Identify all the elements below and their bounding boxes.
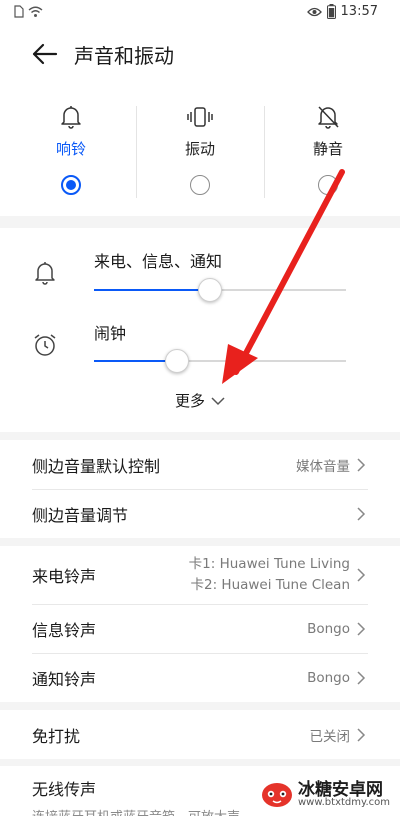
chevron-right-icon xyxy=(357,506,366,521)
mode-silent[interactable]: 静音 xyxy=(263,104,393,195)
row-title: 免打扰 xyxy=(32,726,81,746)
row-subtitle: 连接蓝牙耳机或蓝牙音箱，可放大声 xyxy=(32,806,240,816)
bell-off-icon xyxy=(318,106,339,129)
battery-icon xyxy=(326,4,336,19)
watermark: 冰糖安卓网 www.btxtdmy.com xyxy=(260,774,391,812)
chevron-right-icon xyxy=(357,670,366,685)
mode-vibrate[interactable]: 振动 xyxy=(135,104,265,195)
row-value: Bongo xyxy=(307,669,350,686)
slider-thumb[interactable] xyxy=(197,278,222,302)
row-title: 信息铃声 xyxy=(32,620,97,640)
chevron-right-icon xyxy=(357,621,366,636)
ring-volume-slider[interactable] xyxy=(94,278,346,302)
status-time: 13:57 xyxy=(340,4,378,19)
row-title: 侧边音量调节 xyxy=(32,505,129,525)
bell-icon xyxy=(35,262,55,285)
slider-thumb[interactable] xyxy=(165,349,190,373)
watermark-url: www.btxtdmy.com xyxy=(298,797,391,808)
ring-volume-label: 来电、信息、通知 xyxy=(94,252,223,271)
sim-icon xyxy=(14,5,24,18)
mode-ring-label: 响铃 xyxy=(55,140,86,158)
list-item[interactable]: 侧边音量调节 xyxy=(0,489,400,538)
row-value: 已关闭 xyxy=(309,728,351,745)
mode-ring-radio[interactable] xyxy=(61,175,81,195)
watermark-logo-icon xyxy=(262,783,292,807)
sound-mode-selector: 响铃 振动 静音 xyxy=(0,86,400,216)
volume-key-group: 侧边音量默认控制 媒体音量 侧边音量调节 xyxy=(0,440,400,538)
vibrate-icon xyxy=(187,107,213,127)
sim1-ringtone: 卡1: Huawei Tune Living xyxy=(188,556,350,572)
list-item[interactable]: 侧边音量默认控制 媒体音量 xyxy=(0,440,400,489)
row-value: 卡1: Huawei Tune Living 卡2: Huawei Tune C… xyxy=(189,554,350,596)
page-title: 声音和振动 xyxy=(74,44,174,68)
chevron-down-icon xyxy=(211,397,225,406)
row-title: 无线传声 xyxy=(32,780,97,799)
mode-vibrate-radio[interactable] xyxy=(190,175,210,195)
eye-icon xyxy=(306,7,322,16)
mode-silent-radio[interactable] xyxy=(318,175,338,195)
slider-fill xyxy=(94,289,210,291)
ringtone-group: 来电铃声 卡1: Huawei Tune Living 卡2: Huawei T… xyxy=(0,546,400,702)
list-item[interactable]: 通知铃声 Bongo xyxy=(0,653,400,702)
chevron-right-icon xyxy=(357,568,366,582)
list-item[interactable]: 来电铃声 卡1: Huawei Tune Living 卡2: Huawei T… xyxy=(0,546,400,604)
wifi-icon xyxy=(28,6,43,17)
row-title: 侧边音量默认控制 xyxy=(32,456,161,476)
row-value: 媒体音量 xyxy=(296,458,350,475)
chevron-right-icon xyxy=(357,727,366,742)
row-title: 通知铃声 xyxy=(32,669,97,689)
sim2-ringtone: 卡2: Huawei Tune Clean xyxy=(190,577,350,593)
row-value: Bongo xyxy=(307,620,350,637)
more-button[interactable]: 更多 xyxy=(0,390,400,411)
mode-vibrate-label: 振动 xyxy=(184,140,215,158)
chevron-right-icon xyxy=(357,457,366,472)
list-item[interactable]: 信息铃声 Bongo xyxy=(0,604,400,653)
list-item[interactable]: 免打扰 已关闭 xyxy=(0,710,400,759)
mode-silent-label: 静音 xyxy=(312,140,343,158)
mode-ring[interactable]: 响铃 xyxy=(6,104,136,195)
bell-icon xyxy=(61,106,81,129)
row-title: 来电铃声 xyxy=(32,567,97,586)
header: 声音和振动 xyxy=(0,26,400,86)
more-label: 更多 xyxy=(174,392,205,410)
status-bar: 13:57 xyxy=(0,0,400,26)
alarm-volume-label: 闹钟 xyxy=(94,324,127,343)
back-arrow-icon[interactable] xyxy=(30,42,58,66)
alarm-volume-slider[interactable] xyxy=(94,349,346,373)
dnd-group: 免打扰 已关闭 xyxy=(0,710,400,759)
alarm-clock-icon xyxy=(34,334,56,356)
volume-card: 来电、信息、通知 闹钟 更多 xyxy=(0,228,400,432)
